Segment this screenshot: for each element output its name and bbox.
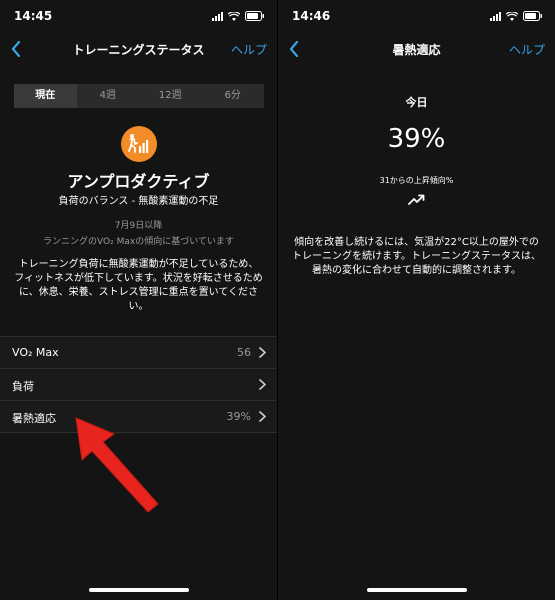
status-name: アンプロダクティブ: [67, 172, 210, 191]
nav-bar: トレーニングステータス ヘルプ: [0, 34, 277, 64]
help-button[interactable]: ヘルプ: [509, 41, 545, 58]
trend-up-icon: [408, 194, 425, 205]
status-time: 14:46: [292, 9, 331, 23]
tab-12-weeks[interactable]: 12週: [139, 84, 202, 108]
heat-acclimation-screen: 14:46 暑熱適応 ヘルプ 今日 39% 31からの上昇傾向% 傾向を改善し続…: [278, 0, 555, 600]
help-button[interactable]: ヘルプ: [231, 41, 267, 58]
row-value: 39%: [226, 410, 251, 423]
wifi-icon: [506, 11, 518, 21]
battery-icon: [523, 11, 543, 21]
home-indicator[interactable]: [88, 588, 189, 592]
status-subtitle: 負荷のバランス - 無酸素運動の不足: [58, 196, 219, 207]
chevron-right-icon: [259, 379, 266, 390]
tab-4-weeks[interactable]: 4週: [77, 84, 140, 108]
nav-bar: 暑熱適応 ヘルプ: [278, 34, 555, 64]
red-arrow-annotation: [75, 417, 159, 513]
chevron-right-icon: [259, 347, 266, 358]
trend-text: 31からの上昇傾向%: [379, 176, 454, 185]
training-status-screen: 14:45 トレーニングステータス ヘルプ 現在 4週 12週 6分 アンプロダ…: [0, 0, 277, 600]
wifi-icon: [228, 11, 240, 21]
status-bar: 14:46: [278, 0, 555, 34]
signal-icon: [490, 11, 501, 21]
status-icons: [490, 11, 543, 21]
battery-icon: [245, 11, 265, 21]
period-tabs: 現在 4週 12週 6分: [14, 84, 264, 108]
signal-icon: [212, 11, 223, 21]
unproductive-status-icon: [121, 126, 157, 162]
vo2max-row[interactable]: VO₂ Max 56: [0, 337, 277, 369]
row-label: 負荷: [12, 380, 34, 393]
status-bar: 14:45: [0, 0, 277, 34]
load-row[interactable]: 負荷: [0, 369, 277, 401]
status-description: トレーニング負荷に無酸素運動が不足しているため、フィットネスが低下しています。状…: [14, 259, 263, 312]
status-time: 14:45: [14, 9, 53, 23]
home-indicator[interactable]: [366, 588, 467, 592]
heat-acclimation-percent: 39%: [387, 124, 446, 154]
chevron-right-icon: [259, 411, 266, 422]
status-date: 7月9日以降: [114, 221, 163, 231]
status-basis: ランニングのVO₂ Maxの傾向に基づいています: [43, 237, 234, 247]
today-label: 今日: [405, 96, 428, 109]
row-label: VO₂ Max: [12, 346, 59, 359]
tab-6-minutes[interactable]: 6分: [202, 84, 265, 108]
heat-description: 傾向を改善し続けるには、気温が22°C以上の屋外でのトレーニングを続けます。トレ…: [292, 237, 541, 276]
tab-current[interactable]: 現在: [14, 84, 77, 108]
status-icons: [212, 11, 265, 21]
row-value: 56: [237, 346, 251, 359]
row-label: 暑熱適応: [12, 412, 56, 425]
